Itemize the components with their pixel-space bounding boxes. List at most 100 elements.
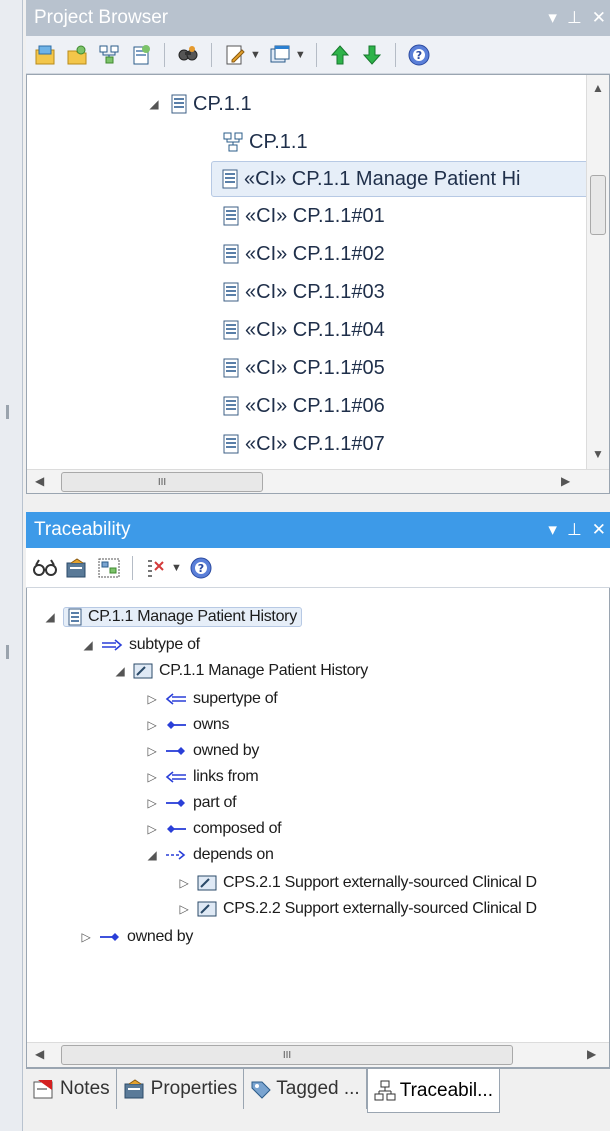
scroll-thumb[interactable] (590, 175, 606, 235)
trace-node[interactable]: ◢ depends on (145, 842, 274, 868)
left-arrow-icon (165, 693, 187, 705)
new-window-icon[interactable] (267, 42, 293, 68)
expander-icon[interactable]: ▷ (177, 876, 191, 890)
trace-node-label: part of (193, 794, 237, 811)
class-icon (223, 244, 239, 264)
tab-properties[interactable]: Properties (117, 1069, 245, 1109)
toolbar-separator (164, 42, 165, 67)
expander-icon[interactable]: ◢ (147, 97, 161, 111)
chevron-down-icon[interactable]: ▼ (171, 562, 182, 574)
traceability-panel: Traceability ▾ ⊥ ✕ ▼ ? ◢ CP.1.1 Manage P… (26, 512, 610, 1068)
tab-traceability[interactable]: Traceabil... (366, 1069, 500, 1113)
trace-node-label: CP.1.1 Manage Patient History (159, 662, 368, 679)
expander-icon[interactable]: ▷ (145, 744, 159, 758)
scroll-left-icon[interactable]: ◀ (35, 1047, 44, 1061)
trace-node[interactable]: ◢ subtype of (81, 632, 201, 658)
scroll-up-icon[interactable]: ▲ (592, 81, 604, 95)
svg-text:?: ? (416, 49, 422, 62)
move-up-icon[interactable] (327, 42, 353, 68)
trace-node[interactable]: ▷ part of (145, 790, 237, 816)
help-icon[interactable]: ? (188, 555, 214, 581)
tree-node-selected[interactable]: «CI» CP.1.1 Manage Patient Hi (211, 161, 609, 197)
tab-tagged-values[interactable]: Tagged ... (244, 1069, 367, 1109)
expander-icon[interactable]: ▷ (79, 930, 93, 944)
trace-root-selection[interactable]: CP.1.1 Manage Patient History (63, 607, 302, 627)
trace-node[interactable]: ▷ CPS.2.1 Support externally-sourced Cli… (177, 870, 538, 896)
trace-node[interactable]: ▷ owns (145, 712, 230, 738)
scroll-thumb[interactable]: III (61, 1045, 513, 1065)
tree-node[interactable]: «CI» CP.1.1#03 (223, 275, 385, 309)
tree-node[interactable]: «CI» CP.1.1#05 (223, 351, 385, 385)
expander-icon[interactable]: ◢ (145, 848, 159, 862)
tree-node-label: CP.1.1 (193, 92, 252, 115)
requirement-icon (197, 901, 217, 917)
filter-list-icon[interactable] (143, 555, 169, 581)
trace-node[interactable]: ▷ composed of (145, 816, 282, 842)
chevron-down-icon[interactable]: ▼ (295, 49, 306, 61)
class-icon (222, 169, 238, 189)
horizontal-scrollbar[interactable]: ◀ III ▶ (27, 469, 609, 493)
help-icon[interactable]: ? (406, 42, 432, 68)
trace-node[interactable]: ▷ owned by (145, 738, 260, 764)
expander-icon[interactable]: ◢ (81, 638, 95, 652)
tree-node[interactable]: «CI» CP.1.1#02 (223, 237, 385, 271)
trace-root[interactable]: ◢ CP.1.1 Manage Patient History (43, 604, 302, 630)
dropdown-button[interactable]: ▾ (548, 520, 557, 540)
expander-icon[interactable]: ▷ (145, 822, 159, 836)
trace-node-label: subtype of (129, 636, 200, 653)
tree-node[interactable]: «CI» CP.1.1#06 (223, 389, 385, 423)
expander-icon[interactable]: ▷ (145, 718, 159, 732)
chevron-down-icon[interactable]: ▼ (250, 49, 261, 61)
tree-node-label: CP.1.1 (249, 130, 308, 153)
glasses-icon[interactable] (32, 555, 58, 581)
trace-node-label: owned by (127, 928, 194, 945)
pin-button[interactable]: ⊥ (567, 8, 582, 28)
tree-node[interactable]: «CI» CP.1.1#07 (223, 427, 385, 461)
new-element-icon[interactable] (128, 42, 154, 68)
tree-node-diagram[interactable]: CP.1.1 (223, 125, 308, 159)
horizontal-scrollbar[interactable]: ◀ III ▶ (27, 1042, 609, 1067)
tree-node-package[interactable]: ◢ CP.1.1 (147, 87, 252, 121)
project-browser-title: Project Browser (34, 7, 169, 28)
scroll-down-icon[interactable]: ▼ (592, 447, 604, 461)
close-button[interactable]: ✕ (592, 8, 606, 28)
new-diagram-icon[interactable] (96, 42, 122, 68)
tree-node-label: «CI» CP.1.1#01 (245, 204, 385, 227)
expander-icon[interactable]: ▷ (145, 692, 159, 706)
find-icon[interactable] (175, 42, 201, 68)
expander-icon[interactable]: ▷ (145, 770, 159, 784)
vertical-scrollbar[interactable]: ▲ ▼ (586, 75, 609, 469)
class-icon (171, 94, 187, 114)
dropdown-button[interactable]: ▾ (548, 8, 557, 28)
pin-button[interactable]: ⊥ (567, 520, 582, 540)
bottom-tab-bar: Notes Properties Tagged ... Traceabil... (26, 1068, 610, 1115)
expander-icon[interactable]: ▷ (177, 902, 191, 916)
trace-node[interactable]: ◢ CP.1.1 Manage Patient History (113, 658, 369, 684)
diagram-select-icon[interactable] (96, 555, 122, 581)
expander-icon[interactable]: ▷ (145, 796, 159, 810)
scroll-right-icon[interactable]: ▶ (561, 474, 570, 488)
scroll-right-icon[interactable]: ▶ (587, 1047, 596, 1061)
trace-node[interactable]: ▷ links from (145, 764, 259, 790)
edge-mark (6, 645, 9, 659)
move-down-icon[interactable] (359, 42, 385, 68)
tree-node[interactable]: «CI» CP.1.1#04 (223, 313, 385, 347)
project-browser-tree: ◢ CP.1.1 CP.1.1 «CI» CP.1.1 Manage Patie… (26, 74, 610, 494)
expander-icon[interactable]: ◢ (113, 664, 127, 678)
new-model-icon[interactable] (32, 42, 58, 68)
tree-node[interactable]: «CI» CP.1.1#01 (223, 199, 385, 233)
trace-node-label: CPS.2.2 Support externally-sourced Clini… (223, 900, 537, 917)
expander-icon[interactable]: ◢ (43, 610, 57, 624)
trace-node[interactable]: ▷ owned by (79, 924, 194, 950)
properties-edit-icon[interactable] (222, 42, 248, 68)
trace-node[interactable]: ▷ supertype of (145, 686, 278, 712)
trace-node[interactable]: ▷ CPS.2.2 Support externally-sourced Cli… (177, 896, 538, 922)
tab-notes[interactable]: Notes (26, 1069, 117, 1109)
scroll-left-icon[interactable]: ◀ (35, 474, 44, 488)
project-browser-panel: Project Browser ▾ ⊥ ✕ ▼ ▼ ? ◢ CP.1.1 CP.… (26, 0, 610, 500)
properties-icon[interactable] (64, 555, 90, 581)
new-package-icon[interactable] (64, 42, 90, 68)
close-button[interactable]: ✕ (592, 520, 606, 540)
project-browser-toolbar: ▼ ▼ ? (26, 36, 610, 74)
scroll-thumb[interactable]: III (61, 472, 263, 492)
